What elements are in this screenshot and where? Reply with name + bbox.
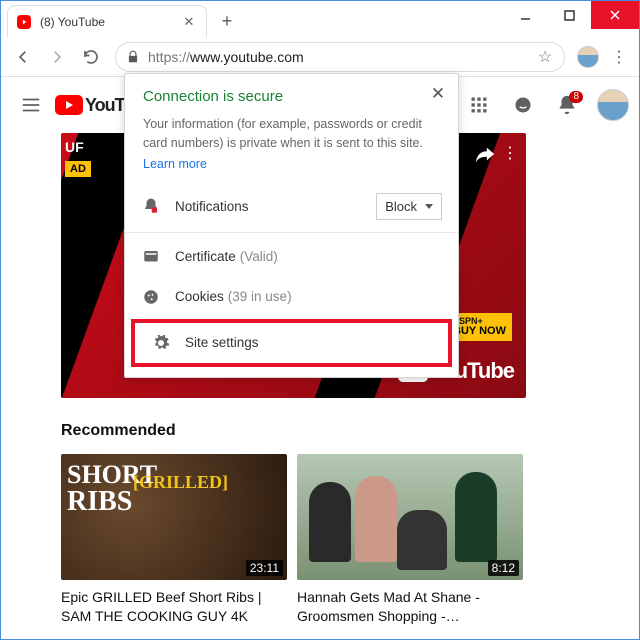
reload-button[interactable] [75,41,107,73]
browser-tab[interactable]: (8) YouTube ✕ [7,5,207,37]
banner-text: UF [65,139,84,155]
back-button[interactable] [7,41,39,73]
video-title: Epic GRILLED Beef Short Ribs | SAM THE C… [61,588,287,626]
share-icon[interactable] [474,143,496,170]
forward-button[interactable] [41,41,73,73]
video-title: Hannah Gets Mad At Shane - Groomsmen Sho… [297,588,523,626]
notifications-select[interactable]: Block [376,193,442,220]
apps-grid-icon[interactable] [459,85,499,125]
video-card[interactable]: SHORT RIBS [GRILLED] 23:11 Epic GRILLED … [61,454,287,626]
profile-avatar-small[interactable] [577,46,599,68]
new-tab-button[interactable]: + [213,7,241,35]
video-card[interactable]: 8:12 Hannah Gets Mad At Shane - Groomsme… [297,454,523,626]
youtube-play-icon [55,95,83,115]
browser-menu-button[interactable]: ⋮ [605,43,633,71]
bookmark-star-icon[interactable]: ☆ [536,48,554,66]
titlebar: (8) YouTube ✕ + [1,1,639,37]
minimize-button[interactable] [503,1,547,29]
notification-badge: 8 [569,91,583,103]
popup-description: Your information (for example, passwords… [125,111,458,155]
ad-tag: AD [65,161,91,177]
popup-title: Connection is secure [143,88,440,105]
url-field[interactable]: https://www.youtube.com ☆ [115,42,565,72]
cookie-icon [141,287,161,307]
youtube-actions: 8 [459,85,629,125]
certificate-icon [141,247,161,267]
messages-icon[interactable] [503,85,543,125]
notifications-bell-icon[interactable]: 8 [547,85,587,125]
notifications-row: Notifications Block [125,185,458,228]
cookies-row[interactable]: Cookies(39 in use) [125,277,458,317]
gear-icon [151,333,171,353]
video-grid: SHORT RIBS [GRILLED] 23:11 Epic GRILLED … [61,454,579,626]
tab-close-icon[interactable]: ✕ [182,15,196,29]
bell-icon [141,196,161,216]
certificate-row[interactable]: Certificate(Valid) [125,237,458,277]
site-info-popup: Connection is secure ✕ Your information … [124,73,459,378]
lock-icon[interactable] [122,46,144,68]
tab-title: (8) YouTube [40,15,182,29]
youtube-favicon [16,14,32,30]
window-controls [503,1,639,29]
hamburger-menu-icon[interactable] [11,85,51,125]
site-settings-row[interactable]: Site settings [131,319,452,367]
duration-badge: 8:12 [488,560,519,576]
window-close-button[interactable] [591,1,639,29]
notifications-label: Notifications [175,199,249,214]
video-thumbnail: 8:12 [297,454,523,580]
video-thumbnail: SHORT RIBS [GRILLED] 23:11 [61,454,287,580]
more-options-icon[interactable]: ⋮ [502,143,518,163]
browser-window: (8) YouTube ✕ + https://www.youtube.com … [0,0,640,640]
maximize-button[interactable] [547,1,591,29]
duration-badge: 23:11 [246,560,283,576]
profile-avatar[interactable] [597,89,629,121]
section-title: Recommended [61,422,579,440]
address-bar: https://www.youtube.com ☆ ⋮ [1,37,639,77]
url-text: https://www.youtube.com [148,49,304,65]
close-icon[interactable]: ✕ [428,84,448,104]
learn-more-link[interactable]: Learn more [125,155,458,185]
